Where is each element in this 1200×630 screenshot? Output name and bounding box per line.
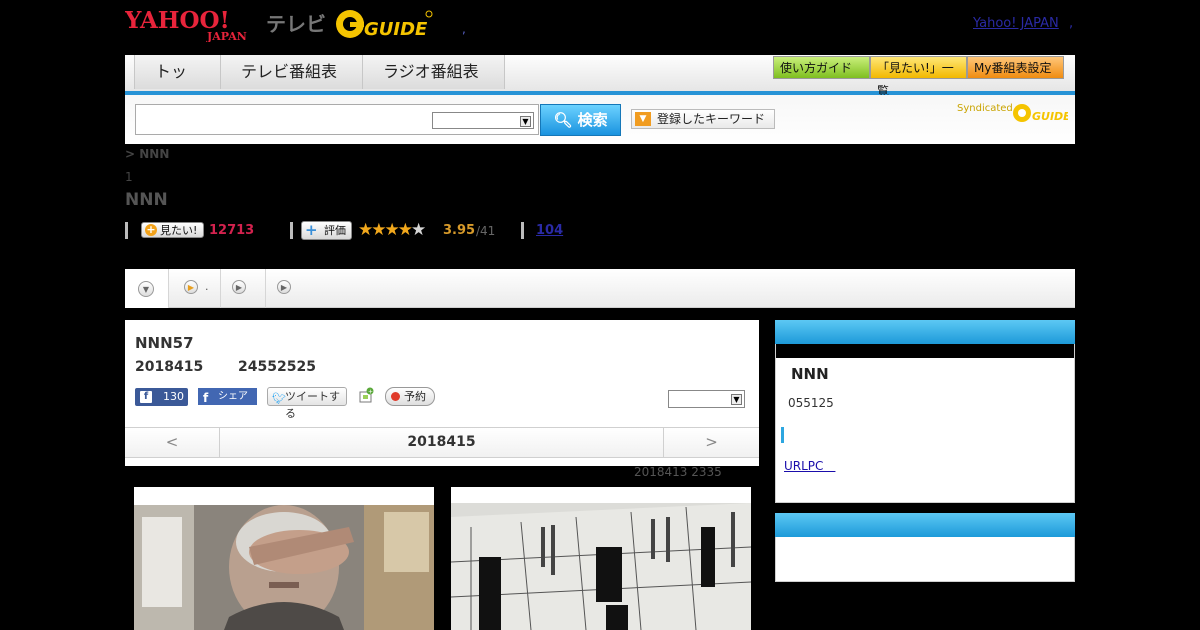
reserve-button[interactable]: 予約 bbox=[385, 387, 435, 406]
subtab-2[interactable]: ▶ bbox=[221, 269, 266, 308]
stat-divider bbox=[521, 222, 524, 239]
tab-tv-schedule[interactable]: テレビ番組表 bbox=[221, 55, 363, 89]
yahoo-japan-link[interactable]: Yahoo! JAPAN bbox=[973, 16, 1059, 31]
program-select[interactable]: ▼ bbox=[668, 390, 745, 408]
plus-icon: + bbox=[145, 223, 157, 236]
star-icon: ★ bbox=[358, 220, 373, 240]
chevron-down-icon: ▼ bbox=[520, 116, 531, 127]
program-photo-2[interactable] bbox=[451, 487, 751, 630]
document-photo bbox=[451, 487, 751, 630]
share-plus-icon[interactable]: + bbox=[358, 387, 374, 403]
guide-button[interactable]: 使い方ガイド bbox=[773, 56, 870, 79]
mitai-button-label: 見たい! bbox=[160, 224, 198, 237]
prev-day-button[interactable]: < bbox=[125, 428, 220, 457]
plus-icon: + bbox=[305, 221, 318, 239]
tweet-button[interactable]: 🐦︎ ツイートする bbox=[267, 387, 347, 420]
search-button-label: 検索 bbox=[577, 111, 608, 129]
facebook-icon: f bbox=[203, 391, 209, 405]
record-dot-icon bbox=[391, 392, 400, 401]
search-button[interactable]: 🔍︎ 検索 bbox=[540, 104, 621, 136]
facebook-share-label: シェア bbox=[218, 391, 248, 402]
header-separator: , bbox=[462, 22, 466, 36]
registered-keyword-button[interactable]: ▼ 登録したキーワード bbox=[631, 109, 775, 129]
yahoo-link-comma: , bbox=[1069, 16, 1074, 31]
yahoo-japan-logo[interactable]: YAHOO! JAPAN bbox=[125, 6, 265, 42]
current-date-label: 2018415 bbox=[407, 434, 476, 450]
subtab-1-label: . bbox=[205, 280, 209, 293]
breadcrumb: > NNN bbox=[125, 147, 170, 161]
rating-count: /41 bbox=[476, 224, 496, 238]
syndicated-label: Syndicated bbox=[957, 103, 1013, 114]
page-number: 1 bbox=[125, 170, 133, 184]
star-icon: ★ bbox=[371, 220, 386, 240]
sidebar-panel-band bbox=[776, 344, 1074, 358]
rating-value: 3.95 bbox=[443, 223, 476, 238]
count-link[interactable]: 104 bbox=[536, 223, 563, 238]
star-icon: ★ bbox=[397, 220, 413, 240]
mitai-count: 12713 bbox=[209, 223, 255, 238]
subtab-3[interactable]: ▶ bbox=[266, 269, 306, 308]
chevron-down-icon: ▼ bbox=[138, 281, 154, 297]
sidebar-panel-header bbox=[775, 320, 1075, 344]
tab-top[interactable]: トップ bbox=[135, 55, 221, 115]
mitai-list-button[interactable]: 「見たい!」一覧 bbox=[870, 56, 967, 98]
program-date: 2018415 bbox=[135, 359, 204, 375]
svg-text:+: + bbox=[368, 389, 373, 396]
page-title: NNN bbox=[125, 190, 168, 210]
sidebar-panel-2-header bbox=[775, 513, 1075, 537]
tab-radio-schedule[interactable]: ラジオ番組表 bbox=[363, 55, 505, 89]
syndicated-gguide-logo: GUIDE bbox=[1013, 104, 1068, 123]
reserve-label: 予約 bbox=[404, 390, 426, 403]
keyword-button-label: 登録したキーワード bbox=[657, 112, 766, 126]
next-day-button[interactable]: > bbox=[663, 428, 759, 457]
rate-button[interactable]: + 評価 bbox=[301, 221, 352, 240]
play-icon: ▶ bbox=[277, 280, 291, 294]
global-nav-tabs: トップ テレビ番組表 ラジオ番組表 bbox=[134, 55, 505, 115]
dropdown-arrow-icon: ▼ bbox=[635, 112, 651, 126]
rating-stars: ★★★★★ bbox=[358, 220, 426, 240]
facebook-icon: f bbox=[140, 391, 152, 403]
twitter-bird-icon: 🐦︎ bbox=[272, 392, 286, 405]
svg-text:GUIDE: GUIDE bbox=[364, 19, 428, 40]
program-time: 24552525 bbox=[238, 359, 316, 375]
sidebar-time: 055125 bbox=[788, 396, 834, 410]
play-icon: ▶ bbox=[232, 280, 246, 294]
subtab-1[interactable]: ▶ . bbox=[169, 269, 221, 308]
chevron-down-icon: ▼ bbox=[731, 394, 742, 405]
program-title: NNN57 bbox=[135, 334, 194, 352]
updated-timestamp: 2018413 2335 bbox=[634, 465, 722, 479]
play-icon: ▶ bbox=[184, 280, 198, 294]
facebook-share-button[interactable]: f シェア bbox=[198, 388, 257, 405]
gguide-logo[interactable]: GUIDE bbox=[334, 8, 434, 40]
my-bangumi-button[interactable]: My番組表設定 bbox=[967, 56, 1064, 79]
sidebar-title: NNN bbox=[791, 365, 829, 383]
star-icon: ★ bbox=[411, 220, 426, 240]
svg-text:JAPAN: JAPAN bbox=[206, 30, 247, 42]
facebook-like-count: 130 bbox=[163, 390, 184, 403]
subtab-0[interactable]: ▼ bbox=[125, 269, 169, 308]
stat-divider bbox=[290, 222, 293, 239]
sidebar-url-link[interactable]: URLPC bbox=[784, 457, 835, 474]
mitai-button[interactable]: + 見たい! bbox=[141, 222, 204, 238]
stat-divider bbox=[125, 222, 128, 239]
svg-text:GUIDE: GUIDE bbox=[1032, 110, 1068, 123]
facebook-like-button[interactable]: f 130 bbox=[135, 388, 188, 406]
program-photo-1[interactable] bbox=[134, 487, 434, 630]
nav-buttons: 使い方ガイド 「見たい!」一覧 My番組表設定 bbox=[773, 56, 1064, 98]
sidebar-accent-bar bbox=[781, 427, 784, 443]
star-icon: ★ bbox=[384, 220, 400, 240]
tv-label: テレビ bbox=[266, 12, 326, 36]
man-photo bbox=[134, 487, 434, 630]
search-category-select[interactable]: ▼ bbox=[432, 112, 534, 129]
search-icon: 🔍︎ bbox=[553, 111, 573, 129]
rate-button-label: 評価 bbox=[324, 224, 346, 237]
